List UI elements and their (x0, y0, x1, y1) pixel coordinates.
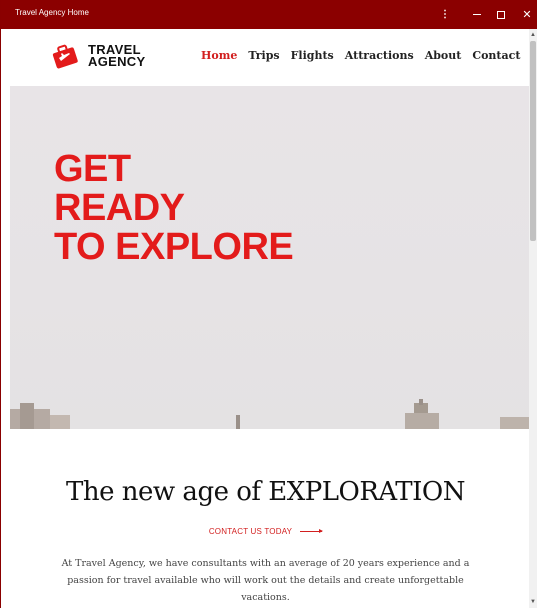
scroll-up-icon[interactable]: ▲ (529, 31, 537, 39)
nav-home[interactable]: Home (201, 49, 237, 62)
close-icon: ✕ (522, 9, 532, 21)
site-logo[interactable]: TRAVEL AGENCY (50, 41, 145, 71)
intro-section: The new age of EXPLORATION CONTACT US TO… (2, 429, 529, 608)
vertical-scrollbar[interactable]: ▲ ▼ (529, 29, 537, 608)
nav-attractions[interactable]: Attractions (345, 49, 414, 62)
window-title: Travel Agency Home (15, 8, 89, 17)
maximize-icon (497, 10, 505, 19)
hero-banner: GET READY TO EXPLORE (10, 86, 529, 429)
city-skyline-image (10, 399, 529, 429)
nav-about[interactable]: About (425, 49, 462, 62)
hero-line-1: GET (54, 148, 131, 190)
minimize-icon (473, 14, 481, 15)
main-nav: Home Trips Flights Attractions About Con… (201, 49, 529, 62)
nav-trips[interactable]: Trips (248, 49, 279, 62)
cta-label: CONTACT US TODAY (208, 527, 293, 536)
site-header: TRAVEL AGENCY Home Trips Flights Attract… (2, 29, 529, 86)
scrollbar-thumb[interactable] (530, 41, 536, 241)
maximize-button[interactable] (487, 0, 515, 29)
arrow-right-icon (300, 529, 324, 534)
logo-line2: AGENCY (88, 54, 146, 69)
title-bar: Travel Agency Home ⋮ ✕ (1, 0, 537, 31)
logo-text: TRAVEL AGENCY (88, 43, 146, 69)
close-button[interactable]: ✕ (513, 0, 537, 29)
more-options-icon[interactable]: ⋮ (431, 0, 459, 29)
suitcase-plane-icon (52, 44, 78, 69)
nav-flights[interactable]: Flights (291, 49, 334, 62)
page-content: TRAVEL AGENCY Home Trips Flights Attract… (2, 29, 529, 608)
browser-window: Travel Agency Home ⋮ ✕ TRAVEL AGENCY Hom… (0, 0, 537, 608)
hero-line-3: TO EXPLORE (54, 226, 294, 268)
contact-cta-link[interactable]: CONTACT US TODAY (2, 527, 529, 536)
section-description: At Travel Agency, we have consultants wi… (61, 558, 470, 603)
hero-title: GET READY TO EXPLORE (54, 148, 294, 268)
nav-contact[interactable]: Contact (472, 49, 520, 62)
section-title: The new age of EXPLORATION (66, 477, 465, 507)
hero-line-2: READY (54, 187, 185, 229)
scroll-down-icon[interactable]: ▼ (529, 598, 537, 606)
